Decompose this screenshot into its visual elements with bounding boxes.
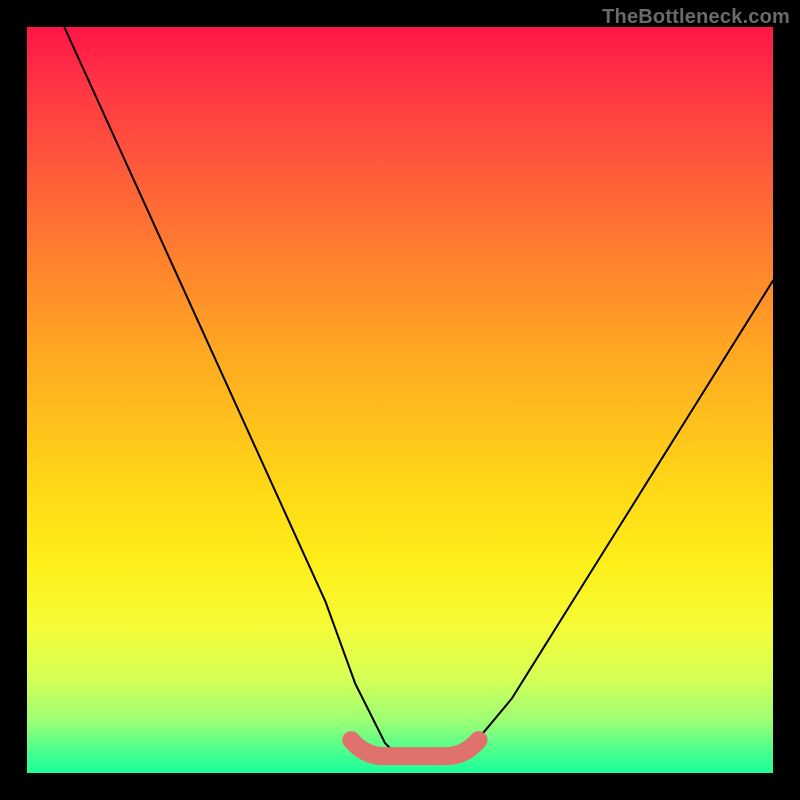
optimal-zone-marker — [27, 27, 773, 773]
plot-area — [27, 27, 773, 773]
attribution-watermark: TheBottleneck.com — [602, 6, 790, 29]
chart-container: TheBottleneck.com — [0, 0, 800, 800]
